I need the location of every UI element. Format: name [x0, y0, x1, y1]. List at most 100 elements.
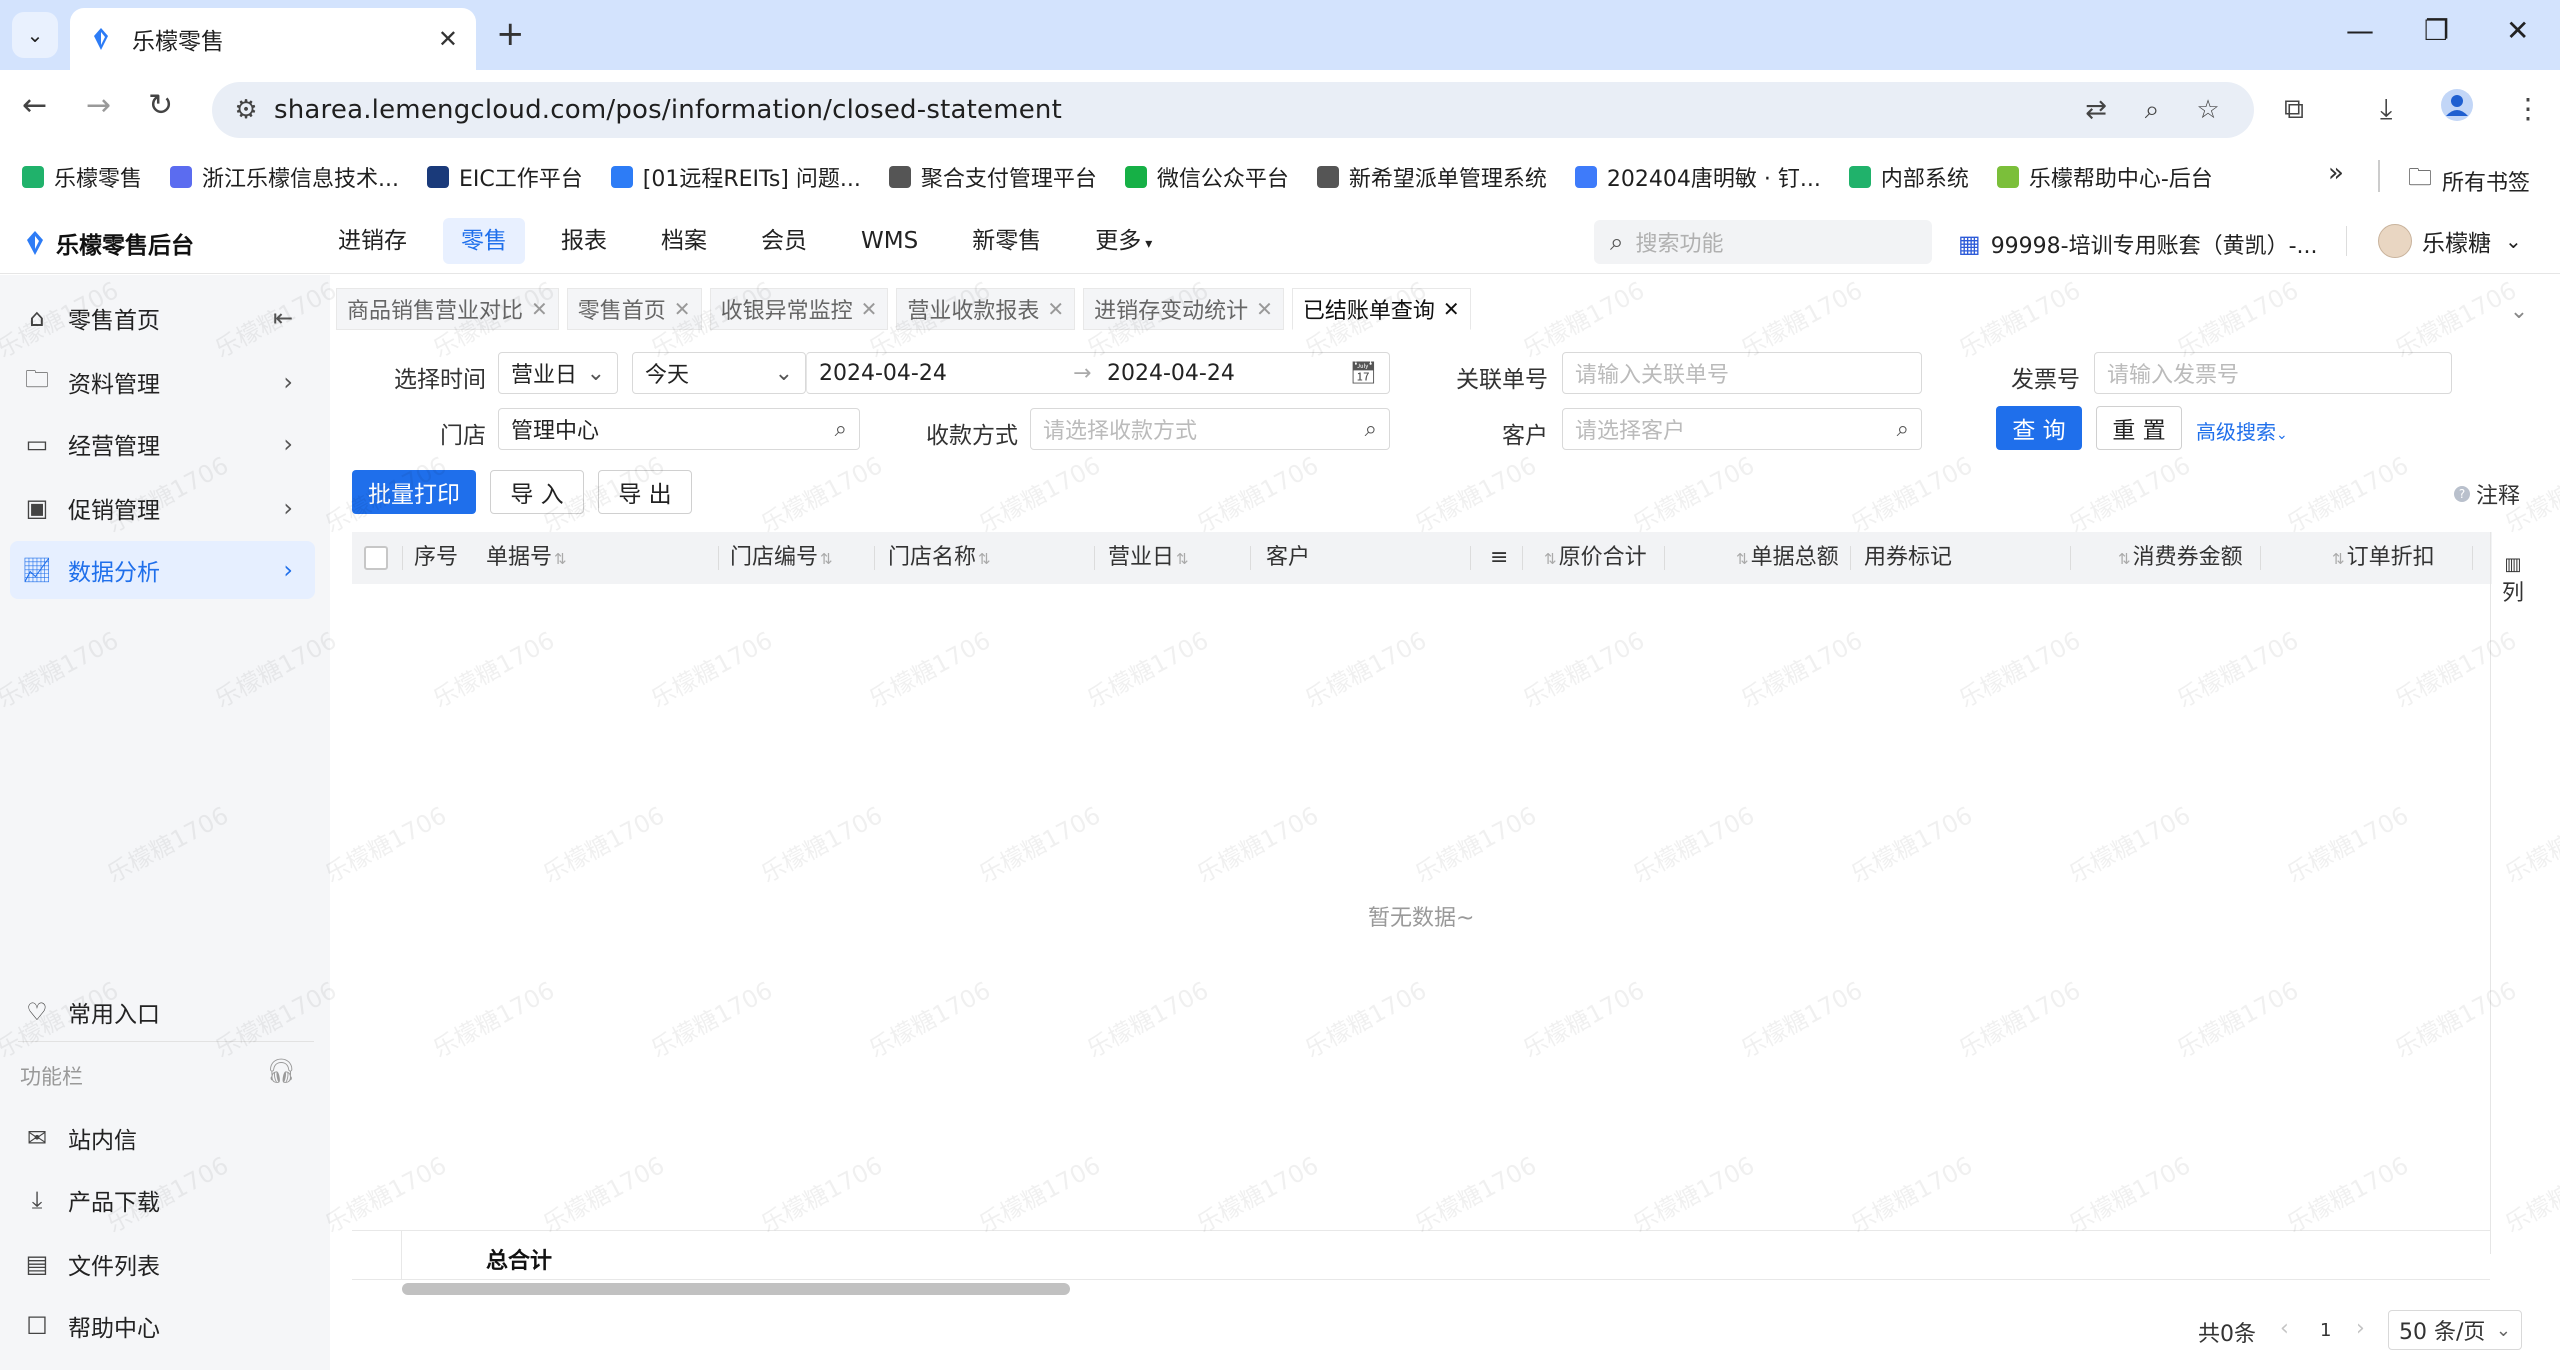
column-header-bill-total[interactable]: ⇅单据总额 [1734, 532, 1839, 584]
bookmark-item[interactable]: 202404唐明敏 · 钉... [1574, 161, 1821, 193]
column-header-store-name[interactable]: 门店名称 ⇅ [888, 532, 993, 584]
calendar-icon[interactable]: 📅︎ [1349, 361, 1377, 386]
page-tab-receipt-report[interactable]: 营业收款报表 ✕ [896, 288, 1076, 330]
select-all-checkbox[interactable] [364, 546, 388, 570]
address-bar[interactable]: ⚙ sharea.lemengcloud.com/pos/information… [212, 82, 2254, 138]
downloads-icon[interactable]: ⤓ [2380, 92, 2392, 126]
close-icon[interactable]: ✕ [1047, 297, 1064, 321]
batch-print-button[interactable]: 批量打印 [352, 470, 476, 514]
bookmark-item[interactable]: 聚合支付管理平台 [888, 161, 1097, 193]
payment-select[interactable]: 请选择收款方式 ⌕ [1030, 408, 1390, 450]
column-header-bill-no[interactable]: 单据号 ⇅ [486, 532, 569, 584]
date-to-value[interactable]: 2024-04-24 [1107, 361, 1235, 386]
sort-icon[interactable]: ⇅ [1736, 550, 1749, 568]
tabs-dropdown-icon[interactable]: ⌄ [2498, 290, 2540, 332]
bookmark-item[interactable]: [01远程REITs] 问题... [610, 161, 861, 193]
bookmark-item[interactable]: 微信公众平台 [1124, 161, 1289, 193]
bookmark-item[interactable]: 浙江乐檬信息技术... [170, 161, 399, 193]
column-settings-panel[interactable]: ▥ 列 [2490, 532, 2540, 1254]
query-button[interactable]: 查 询 [1996, 406, 2082, 450]
close-icon[interactable]: ✕ [1443, 297, 1460, 321]
column-settings-toggle[interactable]: ▥ 列 [2493, 554, 2533, 607]
translate-icon[interactable]: ⇄ [2078, 92, 2114, 128]
more-bookmarks-icon[interactable]: » [2328, 158, 2344, 188]
close-icon[interactable]: ✕ [1256, 297, 1273, 321]
nav-item-retail[interactable]: 零售 [443, 218, 525, 264]
sort-icon[interactable]: ⇅ [820, 550, 833, 568]
column-header-order-discount[interactable]: ⇅订单折扣 [2330, 532, 2435, 584]
all-bookmarks-button[interactable]: 🗀 所有书签 [2408, 160, 2530, 201]
sort-icon[interactable]: ⇅ [2332, 550, 2345, 568]
close-tab-icon[interactable]: ✕ [438, 25, 458, 53]
time-range-select[interactable]: 今天 ⌄ [632, 352, 806, 394]
zoom-icon[interactable]: ⌕ [2134, 92, 2170, 128]
page-tab-cashier-monitor[interactable]: 收银异常监控 ✕ [709, 288, 889, 330]
extensions-icon[interactable]: ⧉ [2284, 92, 2304, 126]
close-icon[interactable]: ✕ [861, 297, 878, 321]
bookmark-item[interactable]: EIC工作平台 [427, 161, 583, 193]
time-type-select[interactable]: 营业日 ⌄ [498, 352, 618, 394]
site-info-icon[interactable]: ⚙ [228, 92, 264, 128]
nav-item-reports[interactable]: 报表 [543, 218, 625, 264]
back-arrow-icon[interactable]: ← [22, 88, 47, 123]
page-tab-retail-home[interactable]: 零售首页 ✕ [566, 288, 702, 330]
nav-item-more[interactable]: 更多 ▾ [1077, 218, 1170, 264]
close-window-icon[interactable]: ✕ [2506, 14, 2529, 47]
sidebar-item-promotions[interactable]: ▣ 促销管理 › [10, 479, 315, 537]
new-tab-button[interactable]: + [496, 14, 525, 54]
sidebar-item-downloads[interactable]: ⤓ 产品下载 [10, 1171, 315, 1229]
notes-toggle[interactable]: ? 注释 [2454, 478, 2520, 510]
browser-menu-icon[interactable]: ⋮ [2514, 92, 2542, 125]
prev-page-icon[interactable]: ‹ [2280, 1316, 2289, 1341]
tab-search-button[interactable]: ⌄ [12, 12, 58, 58]
restore-window-icon[interactable]: ❐ [2424, 14, 2449, 47]
sidebar-item-help[interactable]: ☐ 帮助中心 [10, 1297, 315, 1355]
sort-icon[interactable]: ⇅ [554, 550, 567, 568]
bookmark-item[interactable]: 新希望派单管理系统 [1316, 161, 1547, 193]
minimize-window-icon[interactable]: — [2346, 14, 2374, 47]
bookmark-item[interactable]: 内部系统 [1848, 161, 1969, 193]
account-selector[interactable]: ▦ 99998-培训专用账套（黄凯）-... [1958, 228, 2318, 260]
advanced-search-link[interactable]: 高级搜索⌄ [2196, 416, 2288, 445]
store-select[interactable]: 管理中心 ⌕ [498, 408, 860, 450]
sidebar-item-retail-home[interactable]: ⌂ 零售首页 ⇤ [10, 289, 315, 347]
column-header-original-total[interactable]: ⇅原价合计 [1542, 532, 1647, 584]
user-menu[interactable]: 乐檬糖 ⌄ [2378, 224, 2522, 258]
customer-select[interactable]: 请选择客户 ⌕ [1562, 408, 1922, 450]
close-icon[interactable]: ✕ [531, 297, 548, 321]
nav-item-new-retail[interactable]: 新零售 [954, 218, 1059, 264]
sidebar-item-data-management[interactable]: 🗀 资料管理 › [10, 353, 315, 411]
page-size-select[interactable]: 50 条/页 ⌄ [2388, 1310, 2522, 1350]
reload-icon[interactable]: ↻ [148, 88, 173, 123]
page-tab-inventory-stats[interactable]: 进销存变动统计 ✕ [1083, 288, 1284, 330]
collapse-sidebar-icon[interactable]: ⇤ [273, 304, 293, 332]
sidebar-item-data-analysis[interactable]: 📈︎ 数据分析 › [10, 541, 315, 599]
reset-button[interactable]: 重 置 [2096, 406, 2182, 450]
date-from-value[interactable]: 2024-04-24 [819, 361, 947, 386]
headset-icon[interactable]: 🎧︎ [266, 1057, 296, 1085]
sidebar-common-entry[interactable]: ♡ 常用入口 [10, 983, 315, 1041]
sidebar-item-files[interactable]: ▤ 文件列表 [10, 1235, 315, 1293]
nav-item-archives[interactable]: 档案 [643, 218, 725, 264]
date-range-picker[interactable]: 2024-04-24 → 2024-04-24 📅︎ [806, 352, 1390, 394]
column-header-store-code[interactable]: 门店编号 ⇅ [730, 532, 835, 584]
nav-item-wms[interactable]: WMS [843, 218, 936, 264]
bookmark-item[interactable]: 乐檬帮助中心-后台 [1996, 161, 2213, 193]
sidebar-item-operations[interactable]: ▭ 经营管理 › [10, 415, 315, 473]
page-tab-sales-comparison[interactable]: 商品销售营业对比 ✕ [336, 288, 559, 330]
nav-item-members[interactable]: 会员 [743, 218, 825, 264]
page-number[interactable]: 1 [2320, 1320, 2331, 1341]
sort-icon[interactable]: ⇅ [1176, 550, 1189, 568]
nav-item-inventory[interactable]: 进销存 [320, 218, 425, 264]
related-number-input[interactable]: 请输入关联单号 [1562, 352, 1922, 394]
profile-avatar-icon[interactable] [2440, 88, 2474, 129]
forward-arrow-icon[interactable]: → [86, 88, 111, 123]
horizontal-scrollbar[interactable] [402, 1283, 1070, 1295]
page-tab-closed-statement[interactable]: 已结账单查询 ✕ [1291, 288, 1471, 330]
app-logo[interactable]: 乐檬零售后台 [22, 226, 194, 260]
sort-icon[interactable]: ⇅ [978, 550, 991, 568]
function-search-input[interactable]: ⌕ 搜索功能 [1594, 220, 1932, 264]
bookmark-star-icon[interactable]: ☆ [2190, 92, 2226, 128]
sidebar-item-messages[interactable]: ✉ 站内信 [10, 1109, 315, 1167]
column-header-business-day[interactable]: 营业日 ⇅ [1108, 532, 1191, 584]
